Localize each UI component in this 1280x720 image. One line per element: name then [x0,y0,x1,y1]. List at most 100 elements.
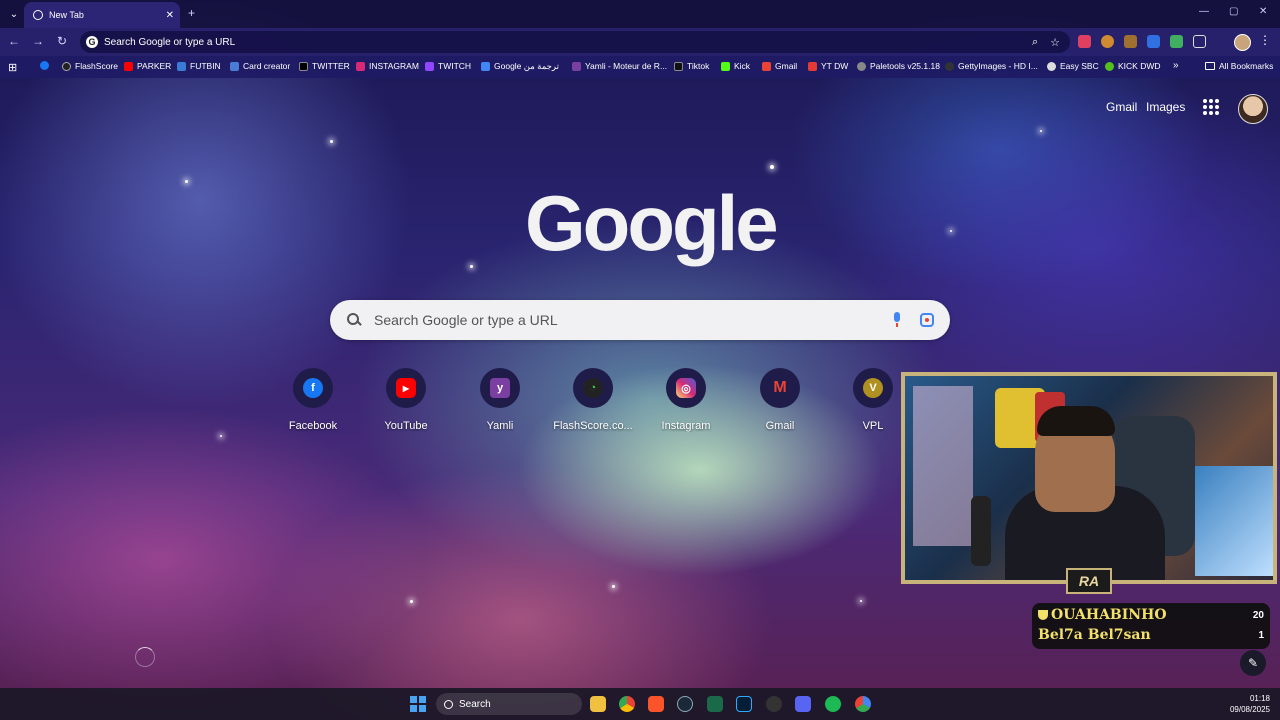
bookmark-flashscore[interactable]: FlashScore [62,61,118,71]
steam-icon[interactable] [677,696,693,712]
windows-start-icon[interactable] [410,696,426,712]
extension-icon[interactable] [1078,35,1091,48]
extension-icon[interactable] [1170,35,1183,48]
search-icon [444,699,453,709]
bookmark-paletools[interactable]: Paletools v25.1.18 [857,61,940,71]
photoshop-icon[interactable] [736,696,752,712]
gmail-icon: M [773,379,787,396]
shortcut-label: Yamli [486,420,514,432]
extension-icon[interactable] [1124,35,1137,48]
all-bookmarks-label: All Bookmarks [1219,61,1274,71]
address-bar[interactable]: G Search Google or type a URL ⌕ ☆ [80,31,1070,53]
chrome-icon[interactable] [619,696,635,712]
app-icon[interactable] [707,696,723,712]
bookmark-kick-dwd[interactable]: KICK DWD [1105,61,1161,71]
all-bookmarks-button[interactable]: All Bookmarks [1205,61,1273,71]
discord-icon[interactable] [795,696,811,712]
flashscore-icon: ◔ [583,378,603,398]
bookmark-label: FlashScore [75,61,118,71]
google-search-box[interactable] [330,300,950,340]
bookmark-facebook[interactable] [40,61,53,70]
close-window-icon[interactable]: ✕ [1259,6,1267,17]
bookmark-label: Google ترجمة من [494,61,559,71]
bookmark-instagram[interactable]: INSTAGRAM [356,61,419,71]
leaderboard-score: 1 [1258,629,1264,641]
new-tab-plus-icon[interactable]: + [188,6,195,20]
shortcut-instagram[interactable]: ◎ Instagram [641,368,731,432]
maximize-icon[interactable]: ▢ [1229,6,1238,17]
zoom-icon[interactable]: ⌕ [1032,36,1038,49]
kick-icon [721,61,730,71]
taskbar-search-box[interactable]: Search [436,693,582,715]
chrome-icon[interactable] [855,696,871,712]
more-menu-icon[interactable]: ⋮ [1259,33,1271,47]
shortcut-tile: M [760,368,800,408]
search-input[interactable] [372,311,892,329]
more-bookmarks-chevron-icon[interactable]: » [1173,60,1179,71]
flashscore-icon [62,61,71,71]
clock-date: 09/08/2025 [1229,705,1270,714]
system-clock[interactable]: 01:18 09/08/2025 [1226,693,1270,715]
star [860,600,862,602]
trophy-icon [1038,610,1048,620]
extension-icon[interactable] [1101,35,1114,48]
forward-arrow-icon[interactable]: → [30,34,46,48]
shortcut-tile: y [480,368,520,408]
obs-icon[interactable] [766,696,782,712]
extensions-puzzle-icon[interactable] [1193,35,1206,48]
voice-search-mic-icon[interactable] [892,312,902,328]
gmail-link[interactable]: Gmail [1106,100,1137,114]
instagram-icon: ◎ [676,378,696,398]
shortcut-facebook[interactable]: f Facebook [268,368,358,432]
bookmark-card-creator[interactable]: Card creator [230,61,290,71]
shortcut-youtube[interactable]: ▶ YouTube [361,368,451,432]
bookmark-label: Kick [734,61,751,71]
brave-icon[interactable] [648,696,664,712]
file-explorer-icon[interactable] [590,696,606,712]
minimize-icon[interactable]: — [1199,6,1209,17]
bookmark-twitch[interactable]: TWITCH [425,61,471,71]
bookmark-twitter[interactable]: TWITTER [299,61,350,71]
shortcut-flashscore[interactable]: ◔ FlashScore.co... [548,368,638,432]
bookmark-label: Gmail [775,61,798,71]
close-tab-icon[interactable]: ✕ [166,10,174,21]
vpl-icon: V [863,378,883,398]
bookmark-kick[interactable]: Kick [721,61,750,71]
bookmark-google-translate[interactable]: Google ترجمة من [481,61,559,72]
bookmark-yamli[interactable]: Yamli - Moteur de R... [572,61,667,71]
bookmark-label: FUTBIN [190,61,221,71]
shortcut-yamli[interactable]: y Yamli [455,368,545,432]
bookmark-parker[interactable]: PARKER [124,61,171,71]
bookmark-gmail[interactable]: Gmail [762,61,797,71]
apps-grid-icon[interactable]: ⊞ [8,61,17,74]
yamli-icon: y [490,378,510,398]
account-avatar[interactable] [1238,94,1268,124]
google-lens-icon[interactable] [920,313,934,327]
bookmark-gettyimages[interactable]: GettyImages - HD I... [945,61,1038,71]
tab-new-tab[interactable]: New Tab ✕ [24,2,180,28]
bookmark-futbin[interactable]: FUTBIN [177,61,221,71]
reload-icon[interactable]: ↻ [54,34,70,48]
customize-pencil-icon[interactable]: ✎ [1240,650,1266,676]
yamli-icon [572,61,581,71]
bookmark-easy-sbc[interactable]: Easy SBC [1047,61,1099,71]
back-arrow-icon[interactable]: ← [6,34,22,48]
bookmark-star-icon[interactable]: ☆ [1050,36,1060,49]
gettyimages-icon [945,61,954,71]
extensions-area [1078,35,1206,48]
tab-search-chevron-icon[interactable]: ⌄ [6,6,22,22]
bookmark-tiktok[interactable]: Tiktok [674,61,709,71]
shortcut-gmail[interactable]: M Gmail [735,368,825,432]
leaderboard-name: Bel7a Bel7san [1038,627,1151,643]
tiktok-icon [674,61,683,71]
images-link[interactable]: Images [1146,100,1185,114]
profile-avatar[interactable] [1234,34,1251,51]
spotify-icon[interactable] [825,696,841,712]
bookmark-label: INSTAGRAM [369,61,419,71]
bookmark-label: KICK DWD [1118,61,1161,71]
gmail-icon [762,61,771,71]
bookmark-yt-dw[interactable]: YT DW [808,61,848,71]
extension-icon[interactable] [1147,35,1160,48]
google-apps-grid-icon[interactable] [1203,99,1219,115]
google-logo: Google [525,179,779,267]
